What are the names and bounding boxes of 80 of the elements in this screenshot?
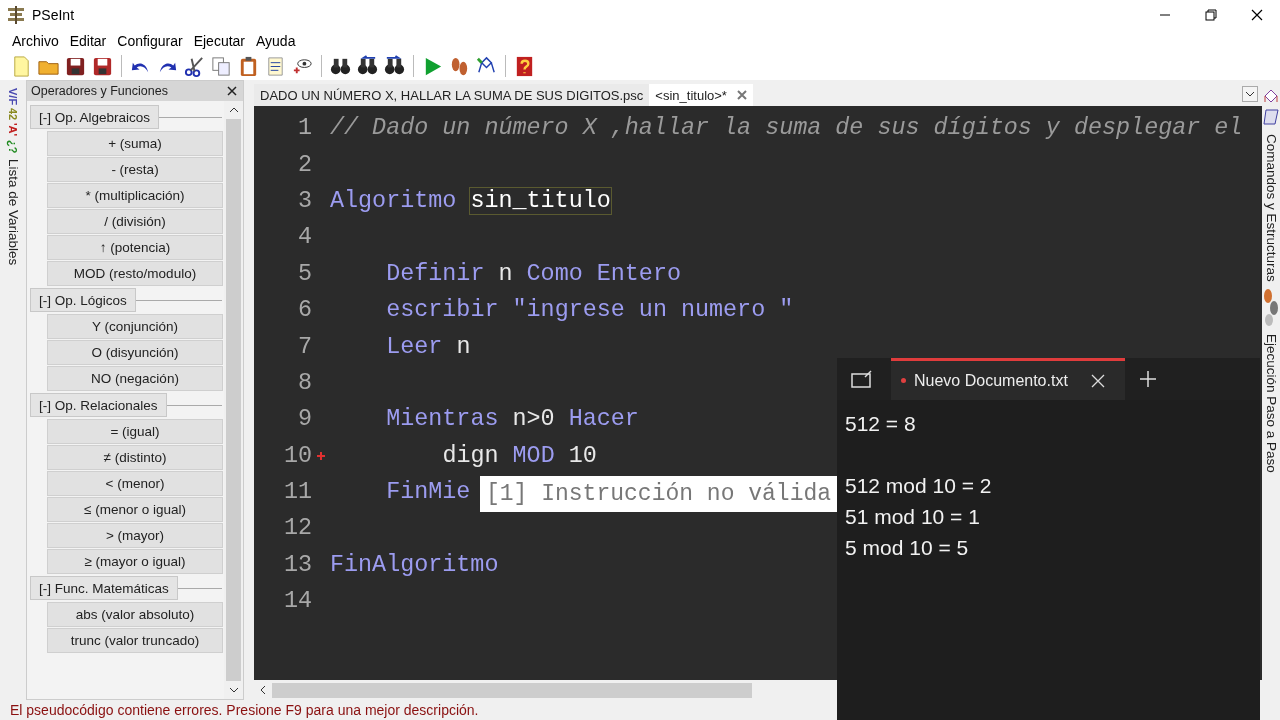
code-line: Algoritmo sin_titulo xyxy=(330,187,611,214)
operator-button[interactable]: ≤ (menor o igual) xyxy=(47,497,223,522)
code-line: Mientras n>0 Hacer xyxy=(386,406,639,433)
code-line: FinAlgoritmo xyxy=(330,551,499,578)
dropdown-icon[interactable] xyxy=(1242,86,1258,102)
scroll-thumb[interactable] xyxy=(226,119,241,681)
text-line: 512 = 8 xyxy=(845,411,917,437)
code-line: escribir "ingrese un numero " xyxy=(386,297,794,324)
code-line: FinMie xyxy=(386,479,471,506)
line-number: 10 xyxy=(282,442,312,469)
error-marker-icon xyxy=(316,450,326,461)
operator-button[interactable]: * (multiplicación) xyxy=(47,183,223,208)
line-number: 3 xyxy=(296,187,312,214)
line-number: 7 xyxy=(296,333,312,360)
line-number: 13 xyxy=(282,551,312,578)
scroll-thumb[interactable] xyxy=(272,682,752,698)
operator-button[interactable]: abs (valor absoluto) xyxy=(47,602,223,627)
line-number: 6 xyxy=(296,297,312,324)
operator-button[interactable]: > (mayor) xyxy=(47,523,223,548)
type-label: ¿? xyxy=(7,139,19,153)
operator-button[interactable]: - (resta) xyxy=(47,157,223,182)
scissors-icon[interactable] xyxy=(183,54,206,78)
file-tab[interactable]: <sin_titulo>* xyxy=(649,84,753,106)
operator-button[interactable]: ≥ (mayor o igual) xyxy=(47,549,223,574)
panel-title: Operadores y Funciones xyxy=(31,84,168,98)
group-header[interactable]: [-] Op. Algebraicos xyxy=(30,105,160,129)
line-number: 9 xyxy=(296,406,312,433)
operator-button[interactable]: ↑ (potencia) xyxy=(47,235,223,260)
line-number: 8 xyxy=(296,369,312,396)
line-number: 4 xyxy=(296,224,312,251)
operator-button[interactable]: < (menor) xyxy=(47,471,223,496)
group-header[interactable]: [-] Op. Relacionales xyxy=(30,393,167,417)
window-title: PSeInt xyxy=(32,7,75,23)
menu-item[interactable]: Editar xyxy=(69,33,107,49)
type-label: 42 xyxy=(7,108,19,121)
flowchart-icon[interactable] xyxy=(1263,88,1279,128)
code-line: Leer n xyxy=(386,333,471,360)
code-line: // Dado un número X ,hallar la suma de sus dígitos y desplegar el xyxy=(330,115,1243,142)
scroll-down-icon[interactable] xyxy=(228,687,239,693)
footprints-icon[interactable] xyxy=(1263,287,1279,328)
menu-item[interactable]: Ejecutar xyxy=(193,33,245,49)
line-number: 11 xyxy=(282,479,312,506)
scroll-up-icon[interactable] xyxy=(228,107,239,113)
line-number: 2 xyxy=(296,151,312,178)
operator-button[interactable]: NO (negación) xyxy=(47,366,223,391)
operator-button[interactable]: O (disyunción) xyxy=(47,340,223,365)
operator-button[interactable]: trunc (valor truncado) xyxy=(47,628,223,653)
file-tab[interactable]: DADO UN NÚMERO X, HALLAR LA SUMA DE SUS DIGITOS.psc xyxy=(254,84,650,106)
text-line: 512 mod 10 = 2 xyxy=(845,473,993,499)
status-message: El pseudocódigo contiene errores. Presione F9 para una mejor descripción. xyxy=(10,702,479,718)
dock-tab[interactable]: Lista de Variables xyxy=(5,159,21,266)
text-line: 5 mod 10 = 5 xyxy=(845,535,970,561)
line-number: 12 xyxy=(282,515,312,542)
code-line: Definir n Como Entero xyxy=(386,260,681,287)
add-tab-icon[interactable] xyxy=(1139,370,1157,388)
line-number: 5 xyxy=(296,260,312,287)
close-icon[interactable] xyxy=(227,86,237,96)
dock-tab[interactable]: Ejecución Paso a Paso xyxy=(1263,333,1279,473)
operator-button[interactable]: = (igual) xyxy=(47,419,223,444)
line-number: 14 xyxy=(282,588,312,615)
dock-tab[interactable]: Comandos y Estructuras xyxy=(1263,134,1279,282)
menu-item[interactable]: Ayuda xyxy=(256,33,296,49)
code-line: dign MOD 10 xyxy=(442,442,597,469)
menu-item[interactable]: Archivo xyxy=(12,33,59,49)
menu-item[interactable]: Configurar xyxy=(117,33,183,49)
operator-button[interactable]: + (suma) xyxy=(47,131,223,156)
document-tab[interactable]: Nuevo Documento.txt xyxy=(891,358,1125,400)
operator-button[interactable]: ≠ (distinto) xyxy=(47,445,223,470)
operator-button[interactable]: / (división) xyxy=(47,209,223,234)
window-icon[interactable] xyxy=(851,370,873,388)
operator-button[interactable]: MOD (resto/modulo) xyxy=(47,261,223,286)
app-icon xyxy=(6,5,26,25)
type-label: V/F xyxy=(7,88,19,106)
operator-button[interactable]: Y (conjunción) xyxy=(47,314,223,339)
group-header[interactable]: [-] Op. Lógicos xyxy=(30,288,136,312)
scroll-left-icon[interactable] xyxy=(260,685,266,695)
line-number: 1 xyxy=(296,115,312,142)
type-label: 'A' xyxy=(7,123,19,137)
text-line: 51 mod 10 = 1 xyxy=(845,504,981,530)
group-header[interactable]: [-] Func. Matemáticas xyxy=(30,576,178,600)
